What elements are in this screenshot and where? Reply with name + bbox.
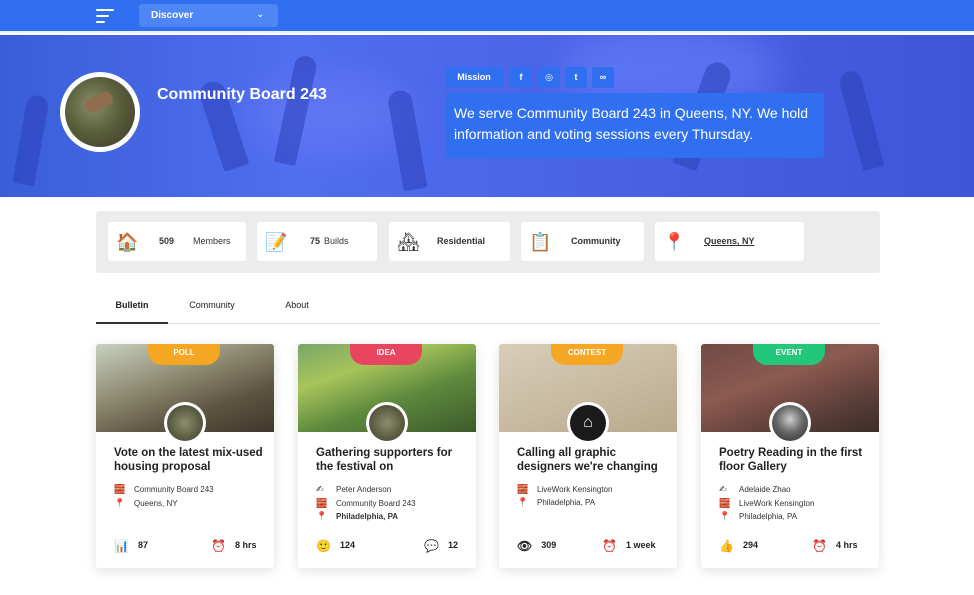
smile-icon: 🙂 [316, 539, 331, 553]
card-stat-right: ⏰ 1 week [602, 539, 656, 553]
card-meta-row: 📍 Philadelphia, PA [316, 511, 399, 521]
card-meta-row: ✍ Adelaide Zhao [719, 484, 791, 494]
pin-icon: 📍 [719, 511, 731, 521]
card-stat-right: 💬 12 [424, 539, 458, 553]
pin-icon: 📍 [663, 232, 686, 252]
brick-icon: 🧱 [316, 498, 328, 508]
card-tag: IDEA [350, 344, 422, 365]
card-stat-right: ⏰ 8 hrs [211, 539, 257, 553]
houses-icon: 🏘 [397, 232, 420, 252]
card-meta-row: 🧱 LiveWork Kensington [719, 498, 815, 508]
card-meta-row: 🧱 Community Board 243 [316, 498, 416, 508]
card-title: Poetry Reading in the first floor Galler… [719, 447, 863, 473]
brick-icon: 🧱 [114, 484, 126, 494]
card-meta-row: 🧱 LiveWork Kensington [517, 484, 613, 494]
card-stat-left: 👁 309 [517, 539, 557, 553]
clipboard-icon: 📋 [529, 232, 552, 252]
stat-builds: 📝 75 Builds [257, 222, 377, 261]
memo-icon: 📝 [265, 232, 288, 252]
stat-number: 509 [159, 236, 175, 246]
avatar [769, 402, 811, 444]
alarm-clock-icon: ⏰ [211, 539, 226, 553]
pencil-icon: ✍ [316, 484, 324, 494]
card-tag: POLL [148, 344, 220, 365]
card-title: Calling all graphic designers we're chan… [517, 447, 658, 473]
card-meta-row: 📍 Queens, NY [114, 498, 178, 508]
card-tag: EVENT [753, 344, 825, 365]
mission-text: We serve Community Board 243 in Queens, … [445, 93, 824, 158]
alarm-clock-icon: ⏰ [812, 539, 827, 553]
chevron-down-icon: ⌄ [256, 9, 264, 19]
stat-label: Residential [437, 236, 486, 246]
stats-bar: 🏠 509 Members 📝 75 Builds 🏘 Residential … [96, 211, 880, 273]
thumbs-up-icon: 👍 [719, 539, 734, 553]
card-meta-row: 📍 Philadelphia, PA [517, 497, 596, 507]
facebook-icon[interactable]: f [510, 67, 532, 88]
pin-icon: 📍 [114, 498, 126, 508]
top-bar: Discover ⌄ [0, 0, 974, 33]
stat-number: 75 [310, 236, 321, 246]
chart-icon: 📊 [114, 539, 129, 553]
instagram-icon[interactable]: ◎ [538, 67, 560, 88]
pin-icon: 📍 [517, 497, 529, 507]
brick-icon: 🧱 [517, 484, 529, 494]
tab-bulletin[interactable]: Bulletin [96, 293, 168, 324]
card-tag: CONTEST [551, 344, 623, 365]
speech-bubble-icon: 💬 [424, 539, 439, 553]
tab-about[interactable]: About [272, 293, 322, 324]
card-stat-left: 📊 87 [114, 539, 148, 553]
pin-icon: 📍 [316, 511, 328, 521]
card-meta-row: ✍ Peter Anderson [316, 484, 392, 494]
stat-residential: 🏘 Residential [389, 222, 510, 261]
tab-community[interactable]: Community [179, 293, 245, 324]
brick-icon: 🧱 [719, 498, 731, 508]
stat-members: 🏠 509 Members [108, 222, 246, 261]
profile-name: Community Board 243 [157, 86, 327, 103]
bulletin-card[interactable]: IDEA Gathering supporters for the festiv… [298, 344, 476, 568]
twitter-icon[interactable]: t [565, 67, 587, 88]
eye-icon: 👁 [517, 539, 533, 553]
card-meta-row: 📍 Philadelphia, PA [719, 511, 798, 521]
hamburger-menu-icon[interactable] [96, 9, 114, 23]
card-title: Vote on the latest mix-used housing prop… [114, 447, 263, 473]
card-stat-right: ⏰ 4 hrs [812, 539, 858, 553]
pencil-icon: ✍ [719, 484, 727, 494]
card-title: Gathering supporters for the festival on [316, 447, 453, 473]
link-icon[interactable]: ∞ [592, 67, 614, 88]
alarm-clock-icon: ⏰ [602, 539, 617, 553]
profile-avatar [60, 72, 140, 152]
house-icon: 🏠 [116, 232, 139, 252]
avatar: ⌂ [567, 402, 609, 444]
card-stat-left: 👍 294 [719, 539, 758, 553]
tab-bar: Bulletin Community About [96, 293, 880, 324]
dropdown-label: Discover [151, 10, 194, 21]
bulletin-card[interactable]: CONTEST ⌂ Calling all graphic designers … [499, 344, 677, 568]
stat-location[interactable]: 📍 Queens, NY [655, 222, 804, 261]
card-meta-row: 🧱 Community Board 243 [114, 484, 214, 494]
card-stat-left: 🙂 124 [316, 539, 355, 553]
mission-button[interactable]: Mission [445, 67, 503, 88]
avatar [164, 402, 206, 444]
stat-label: Builds [324, 236, 349, 246]
location-link[interactable]: Queens, NY [704, 236, 755, 246]
bulletin-card[interactable]: POLL Vote on the latest mix-used housing… [96, 344, 274, 568]
house-icon: ⌂ [570, 405, 606, 441]
avatar [366, 402, 408, 444]
stat-label: Members [193, 236, 231, 246]
discover-dropdown[interactable]: Discover ⌄ [139, 4, 278, 27]
stat-community: 📋 Community [521, 222, 644, 261]
bulletin-card[interactable]: EVENT Poetry Reading in the first floor … [701, 344, 879, 568]
stat-label: Community [571, 236, 621, 246]
